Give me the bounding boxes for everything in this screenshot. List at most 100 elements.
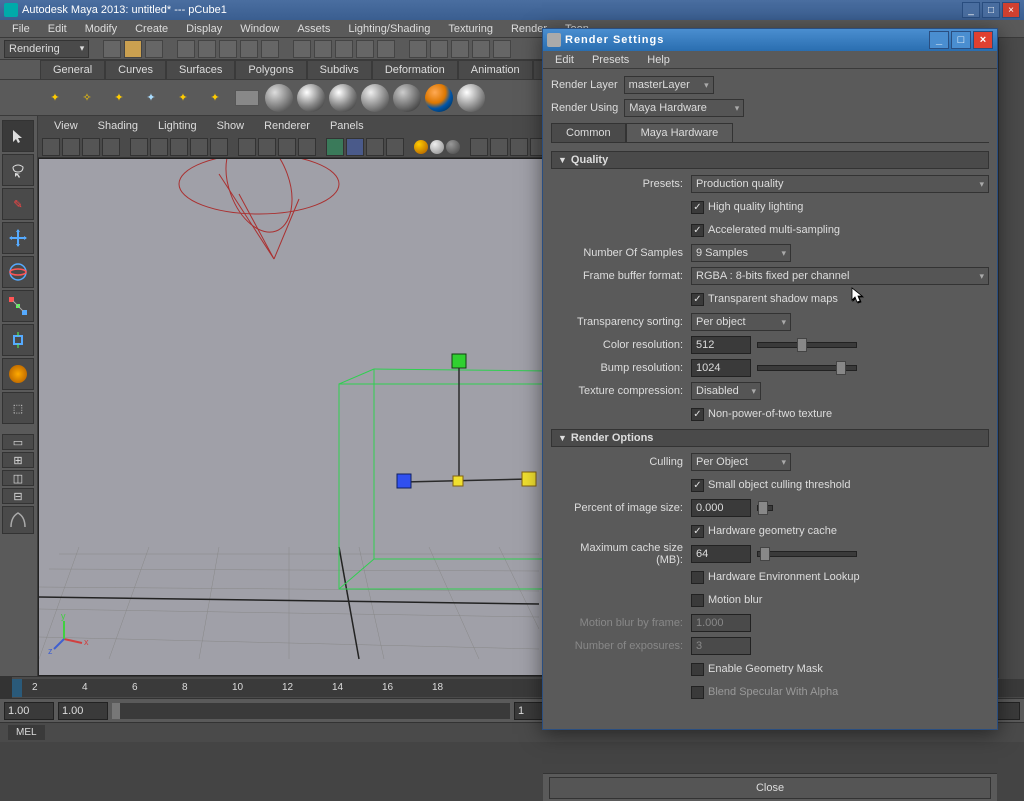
vt-bookmark-icon[interactable] [62,138,80,156]
vt-flat-mat-icon[interactable] [430,140,444,154]
vt-gate-icon[interactable] [190,138,208,156]
undo-icon[interactable] [177,40,195,58]
vt-default-mat-icon[interactable] [414,140,428,154]
bump-res-input[interactable] [691,359,751,377]
vt-pick-icon[interactable] [386,138,404,156]
render-using-dropdown[interactable]: Maya Hardware [624,99,744,117]
snap-live-icon[interactable] [377,40,395,58]
vt-tex-icon[interactable] [278,138,296,156]
module-selector[interactable]: Rendering [4,40,89,58]
hw-env-checkbox[interactable] [691,571,704,584]
light-directional-icon[interactable]: ✦ [40,83,70,113]
menu-create[interactable]: Create [127,21,176,37]
light-point-icon[interactable]: ✧ [72,83,102,113]
non-power2-checkbox[interactable] [691,408,704,421]
shader-layered-icon[interactable] [456,83,486,113]
layout-four-icon[interactable]: ⊞ [2,452,34,468]
framebuf-dropdown[interactable]: RGBA : 8-bits fixed per channel [691,267,989,285]
view-menu-view[interactable]: View [46,118,86,134]
shader-blinn-icon[interactable] [296,83,326,113]
snap-curve-icon[interactable] [314,40,332,58]
snap-point-icon[interactable] [335,40,353,58]
percent-input[interactable] [691,499,751,517]
menu-modify[interactable]: Modify [77,21,125,37]
max-cache-input[interactable] [691,545,751,563]
geo-mask-checkbox[interactable] [691,663,704,676]
small-obj-cull-checkbox[interactable] [691,479,704,492]
channel-box-collapsed[interactable] [998,38,1024,678]
layout-three-icon[interactable]: ⊟ [2,488,34,504]
snap-plane-icon[interactable] [356,40,374,58]
vt-aa-icon[interactable] [510,138,528,156]
vt-no-mat-icon[interactable] [446,140,460,154]
shelf-tool-7[interactable] [232,83,262,113]
time-start-field[interactable] [4,702,54,720]
menu-texturing[interactable]: Texturing [440,21,501,37]
select-comp-icon[interactable] [261,40,279,58]
tex-comp-dropdown[interactable]: Disabled [691,382,761,400]
dialog-maximize-button[interactable]: □ [951,31,971,49]
scale-tool[interactable] [2,290,34,322]
tab-maya-hardware[interactable]: Maya Hardware [626,123,734,142]
layout-single-icon[interactable]: ▭ [2,434,34,450]
section-render-options[interactable]: Render Options [551,429,989,447]
maximize-button[interactable]: □ [982,2,1000,18]
shelf-tab-subdivs[interactable]: Subdivs [307,60,372,79]
trans-sort-dropdown[interactable]: Per object [691,313,791,331]
blend-spec-checkbox[interactable] [691,686,704,699]
lasso-tool[interactable] [2,154,34,186]
vt-xray-icon[interactable] [346,138,364,156]
save-scene-icon[interactable] [145,40,163,58]
vt-wire-icon[interactable] [238,138,256,156]
cmd-mode-label[interactable]: MEL [8,725,45,740]
motion-blur-checkbox[interactable] [691,594,704,607]
new-scene-icon[interactable] [103,40,121,58]
select-tool[interactable] [2,120,34,152]
shelf-tab-surfaces[interactable]: Surfaces [166,60,235,79]
menu-file[interactable]: File [4,21,38,37]
shelf-tab-anim[interactable]: Animation [458,60,533,79]
dlg-menu-help[interactable]: Help [639,52,678,68]
vt-light-icon[interactable] [298,138,316,156]
bump-res-slider[interactable] [757,365,857,371]
section-quality[interactable]: Quality [551,151,989,169]
menu-display[interactable]: Display [178,21,230,37]
view-menu-panels[interactable]: Panels [322,118,372,134]
light-ambient-icon[interactable]: ✦ [200,83,230,113]
vt-imageplane-icon[interactable] [82,138,100,156]
menu-edit[interactable]: Edit [40,21,75,37]
range-slider[interactable] [112,703,510,719]
light-area-icon[interactable]: ✦ [136,83,166,113]
last-tool[interactable]: ⬚ [2,392,34,424]
snap-grid-icon[interactable] [293,40,311,58]
vt-shaded-icon[interactable] [258,138,276,156]
manipulator-tool[interactable] [2,324,34,356]
hq-lighting-checkbox[interactable] [691,201,704,214]
dialog-titlebar[interactable]: Render Settings _ □ × [543,29,997,51]
shader-aniso-icon[interactable] [392,83,422,113]
multi-sampling-checkbox[interactable] [691,224,704,237]
view-menu-renderer[interactable]: Renderer [256,118,318,134]
maya-logo-icon[interactable] [2,506,34,534]
shader-lambert-icon[interactable] [264,83,294,113]
samples-dropdown[interactable]: 9 Samples [691,244,791,262]
shelf-tab-general[interactable]: General [40,60,105,79]
render-settings-icon[interactable] [472,40,490,58]
trans-shadow-checkbox[interactable] [691,293,704,306]
move-tool[interactable] [2,222,34,254]
shader-ramp-icon[interactable] [424,83,454,113]
vt-xray-joint-icon[interactable] [366,138,384,156]
select-obj-icon[interactable] [240,40,258,58]
paint-tool[interactable]: ✎ [2,188,34,220]
max-cache-slider[interactable] [757,551,857,557]
presets-dropdown[interactable]: Production quality [691,175,989,193]
vt-ao-icon[interactable] [490,138,508,156]
vt-film-icon[interactable] [150,138,168,156]
minimize-button[interactable]: _ [962,2,980,18]
shelf-tab-polygons[interactable]: Polygons [235,60,306,79]
vt-2d-icon[interactable] [102,138,120,156]
redo-icon[interactable] [198,40,216,58]
light-volume-icon[interactable]: ✦ [168,83,198,113]
light-spot-icon[interactable]: ✦ [104,83,134,113]
percent-slider[interactable] [757,505,773,511]
